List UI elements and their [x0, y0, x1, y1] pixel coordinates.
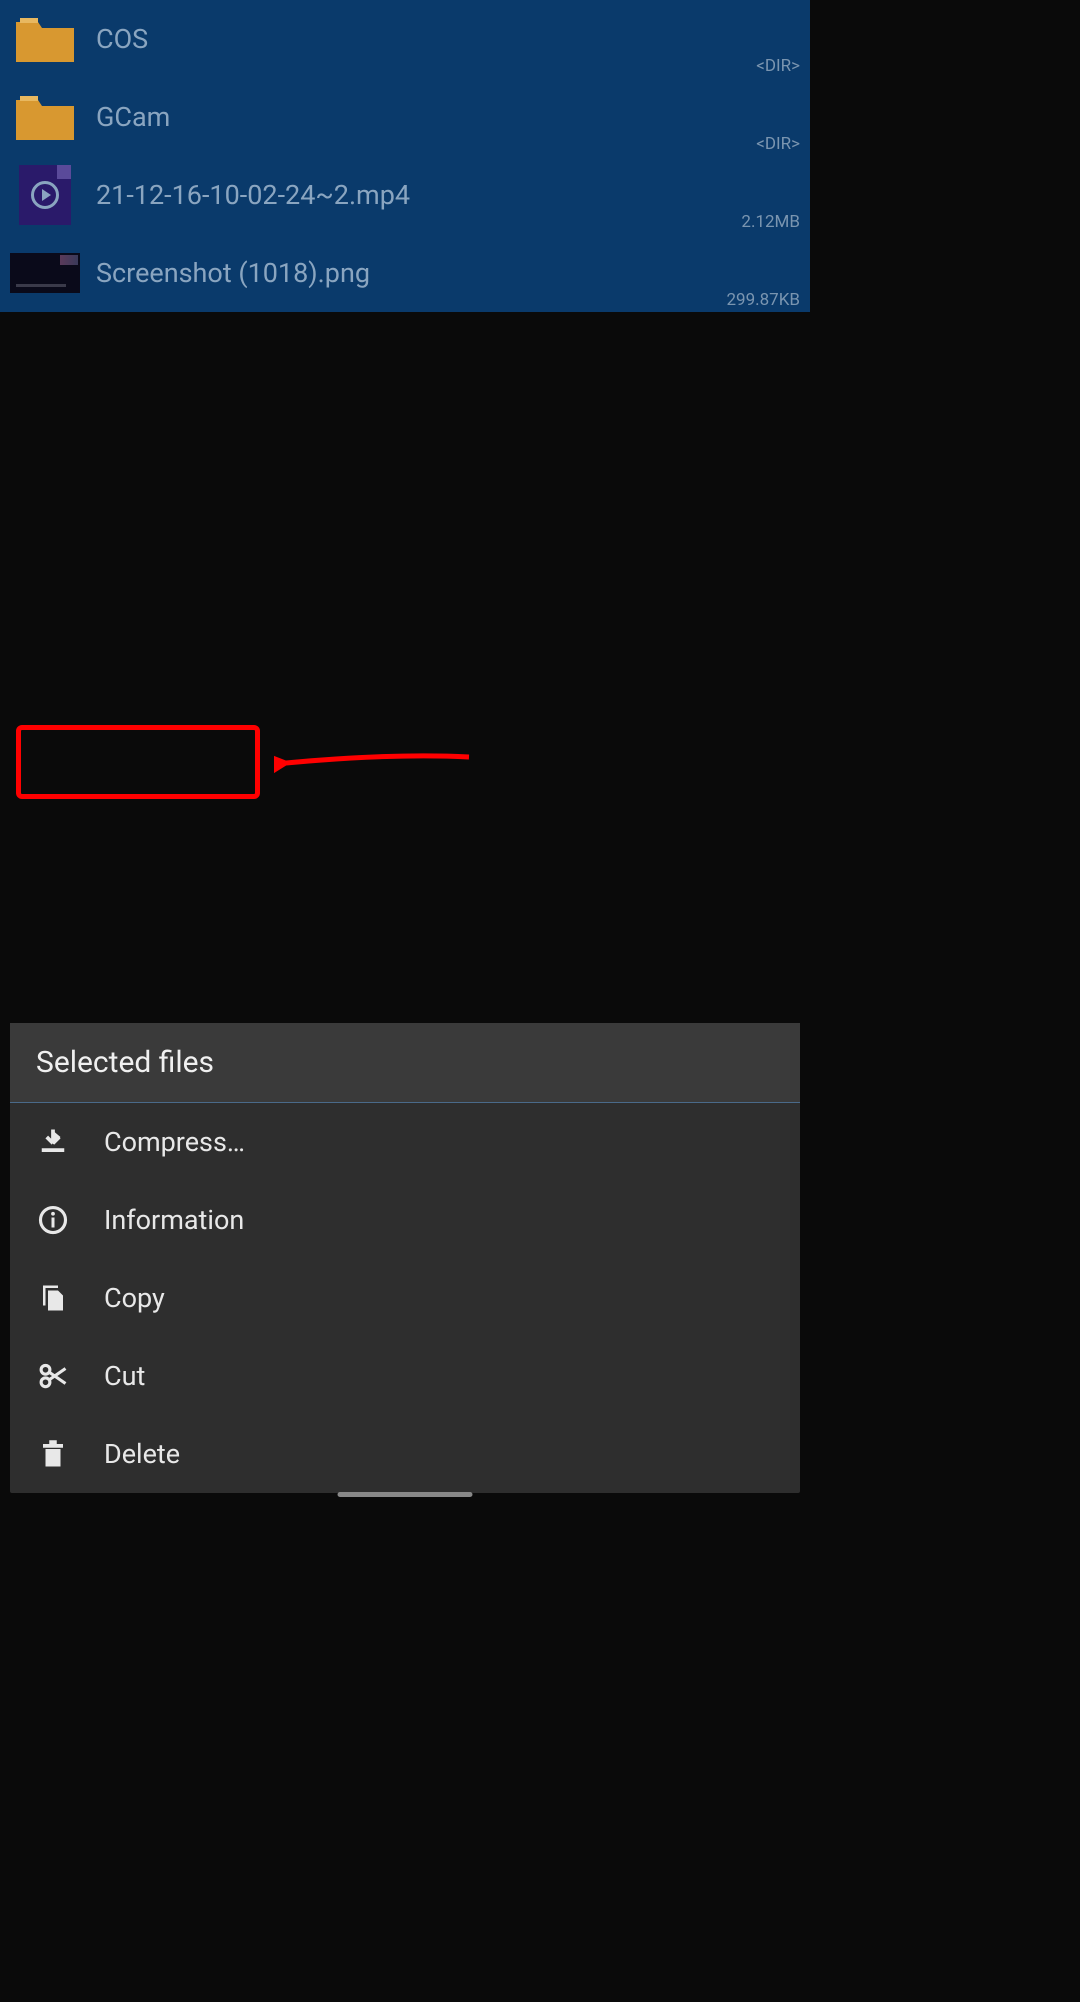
menu-item-label: Information	[104, 1204, 244, 1236]
file-item-image[interactable]: Screenshot (1018).png 299.87KB	[0, 234, 810, 312]
menu-item-label: Copy	[104, 1282, 165, 1314]
menu-item-compress[interactable]: Compress…	[10, 1103, 800, 1181]
file-name: Screenshot (1018).png	[96, 257, 800, 289]
menu-item-copy[interactable]: Copy	[10, 1259, 800, 1337]
folder-icon	[10, 87, 80, 147]
file-size: 299.87KB	[726, 290, 800, 310]
scissors-icon	[36, 1359, 70, 1393]
annotation-arrow	[274, 745, 474, 785]
folder-icon	[10, 9, 80, 69]
file-item-folder[interactable]: COS <DIR>	[0, 0, 810, 78]
menu-item-cut[interactable]: Cut	[10, 1337, 800, 1415]
info-icon	[36, 1203, 70, 1237]
file-name: 21-12-16-10-02-24~2.mp4	[96, 179, 800, 211]
menu-header: Selected files	[10, 1023, 800, 1103]
video-file-icon	[10, 165, 80, 225]
menu-item-label: Compress…	[104, 1126, 245, 1158]
file-size: <DIR>	[756, 134, 800, 154]
menu-item-information[interactable]: Information	[10, 1181, 800, 1259]
menu-item-label: Cut	[104, 1360, 145, 1392]
copy-icon	[36, 1281, 70, 1315]
file-list: COS <DIR> GCam <DIR> 21-12-16-10-02-24~2…	[0, 0, 810, 312]
navigation-handle[interactable]	[338, 1492, 473, 1497]
menu-item-label: Delete	[104, 1438, 180, 1470]
file-item-folder[interactable]: GCam <DIR>	[0, 78, 810, 156]
file-size: 2.12MB	[741, 212, 800, 232]
annotation-highlight-box	[16, 725, 260, 799]
download-icon	[36, 1125, 70, 1159]
menu-item-delete[interactable]: Delete	[10, 1415, 800, 1493]
image-thumbnail-icon	[10, 243, 80, 303]
file-size: <DIR>	[756, 56, 800, 76]
file-name: GCam	[96, 101, 800, 133]
trash-icon	[36, 1437, 70, 1471]
context-menu: Selected files Compress… Information	[10, 1023, 800, 1493]
file-name: COS	[96, 23, 800, 55]
file-item-video[interactable]: 21-12-16-10-02-24~2.mp4 2.12MB	[0, 156, 810, 234]
